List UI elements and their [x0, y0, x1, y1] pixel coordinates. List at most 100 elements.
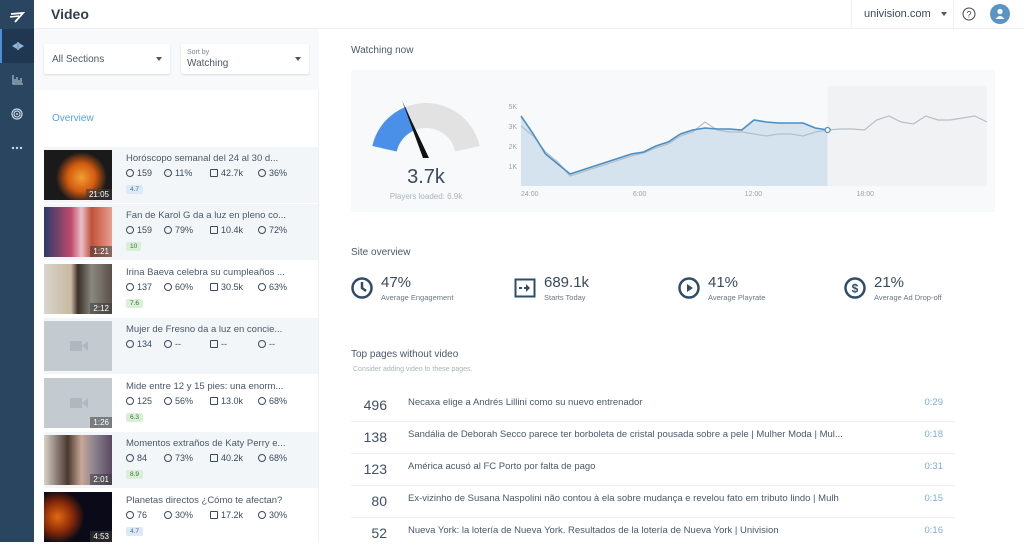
video-title: Mujer de Fresno da a luz en concie...: [126, 324, 283, 335]
video-list-item[interactable]: 1:21 Fan de Karol G da a luz en pleno co…: [44, 204, 318, 261]
video-playrate: 63%: [269, 282, 288, 292]
overview-link[interactable]: Overview: [52, 113, 94, 124]
page-title-link[interactable]: América acusó al FC Porto por falta de p…: [408, 461, 595, 472]
video-score-badge: 7.6: [126, 299, 144, 308]
page-title-link[interactable]: Ex-vizinho de Susana Naspolini não conto…: [408, 493, 839, 504]
video-playrate: --: [269, 339, 275, 349]
video-thumbnail: 1:26: [44, 378, 112, 428]
play-icon: [258, 454, 266, 462]
page-title-link[interactable]: Nueva York: la lotería de Nueva York. Re…: [408, 525, 779, 536]
today-area: [521, 116, 828, 186]
video-duration: 1:26: [90, 417, 112, 428]
video-playrate: 68%: [269, 396, 288, 406]
caret-down-icon: [156, 57, 162, 61]
clock-icon: [164, 454, 172, 462]
video-thumbnail: [44, 321, 112, 371]
viewers-icon: [126, 283, 134, 291]
video-engagement: 60%: [175, 282, 194, 292]
video-list-item[interactable]: 21:05 Horóscopo semanal del 24 al 30 d..…: [44, 147, 318, 204]
site-selector[interactable]: univision.com: [851, 0, 953, 28]
video-playrate: 72%: [269, 225, 288, 235]
video-starts: 10.4k: [221, 225, 244, 235]
video-viewers: 137: [137, 282, 153, 292]
watching-value: 3.7k: [407, 166, 445, 188]
video-stats: 76 30% 17.2k 30%: [126, 510, 287, 520]
video-duration: 1:21: [90, 246, 112, 257]
more-icon: [11, 146, 23, 150]
y-tick-label: 5K: [508, 104, 517, 111]
watching-now-title: Watching now: [351, 45, 414, 56]
top-page-row[interactable]: 52 Nueva York: la lotería de Nueva York.…: [351, 518, 955, 550]
sort-select[interactable]: Sort by Watching: [181, 44, 309, 74]
video-engagement: 30%: [175, 510, 194, 520]
video-list-item[interactable]: Mujer de Fresno da a luz en concie... 13…: [44, 318, 318, 375]
caret-down-icon: [295, 57, 301, 61]
y-tick-label: 2K: [508, 144, 517, 151]
top-page-row[interactable]: 80 Ex-vizinho de Susana Naspolini não co…: [351, 486, 955, 518]
play-icon: [258, 169, 266, 177]
clock-icon: [164, 226, 172, 234]
sidebar: [0, 0, 34, 542]
video-viewers: 159: [137, 225, 153, 235]
video-stats: 84 73% 40.2k 68%: [126, 453, 287, 463]
clock-icon: [351, 277, 373, 299]
video-list-item[interactable]: 4:53 Planetas directos ¿Cómo te afectan?…: [44, 489, 318, 546]
section-select[interactable]: All Sections: [44, 44, 170, 74]
page-time: 0:18: [924, 429, 944, 440]
video-playrate: 30%: [269, 510, 288, 520]
sidebar-item-more[interactable]: [0, 131, 34, 165]
site-overview-title: Site overview: [351, 247, 411, 258]
video-list-item[interactable]: 1:26 Mide entre 12 y 15 pies: una enorm.…: [44, 375, 318, 432]
section-select-value: All Sections: [52, 54, 105, 65]
sidebar-item-goals[interactable]: [0, 97, 34, 131]
video-list-panel: All Sections Sort by Watching Overview 2…: [34, 29, 319, 546]
video-playrate: 36%: [269, 168, 288, 178]
top-page-row[interactable]: 123 América acusó al FC Porto por falta …: [351, 454, 955, 486]
kpi-label: Starts Today: [544, 293, 586, 302]
viewers-icon: [126, 169, 134, 177]
video-title: Mide entre 12 y 15 pies: una enorm...: [126, 381, 284, 392]
page-title-link[interactable]: Sandália de Deborah Secco parece ter bor…: [408, 429, 843, 440]
page-title-link[interactable]: Necaxa elige a Andrés Lillini como su nu…: [408, 397, 642, 408]
video-starts: 42.7k: [221, 168, 244, 178]
help-button[interactable]: ?: [953, 0, 984, 28]
page-title: Video: [51, 6, 89, 22]
video-stats: 134 -- -- --: [126, 339, 275, 349]
video-starts: 17.2k: [221, 510, 244, 520]
top-page-row[interactable]: 138 Sandália de Deborah Secco parece ter…: [351, 422, 955, 454]
gauge-track: [405, 103, 480, 152]
video-thumbnail: 4:53: [44, 492, 112, 542]
sidebar-item-reports[interactable]: [0, 63, 34, 97]
starts-icon: [210, 397, 218, 405]
user-icon: [995, 8, 1005, 19]
kpi-label: Average Playrate: [708, 293, 766, 302]
video-duration: 2:12: [90, 303, 112, 314]
video-engagement: 11%: [175, 168, 193, 178]
video-starts: --: [221, 339, 227, 349]
sidebar-item-video[interactable]: [0, 29, 34, 63]
help-icon: ?: [962, 7, 976, 21]
sort-label: Sort by: [187, 49, 210, 56]
bar-chart-icon: [12, 75, 23, 85]
current-point: [824, 126, 831, 134]
video-viewers: 159: [137, 168, 153, 178]
video-list-item[interactable]: 2:12 Irina Baeva celebra su cumpleaños .…: [44, 261, 318, 318]
video-engagement: 79%: [175, 225, 194, 235]
x-tick-label: 18:00: [857, 191, 875, 198]
video-viewers: 125: [137, 396, 153, 406]
y-tick-label: 3K: [508, 124, 517, 131]
video-starts: 30.5k: [221, 282, 244, 292]
video-thumbnail: 21:05: [44, 150, 112, 200]
top-page-row[interactable]: 496 Necaxa elige a Andrés Lillini como s…: [351, 390, 955, 422]
caret-down-icon: [940, 12, 947, 16]
video-duration: 2:01: [90, 474, 112, 485]
video-list-item[interactable]: 2:01 Momentos extraños de Katy Perry e..…: [44, 432, 318, 489]
page-time: 0:29: [924, 397, 944, 408]
video-engagement: 73%: [175, 453, 194, 463]
video-playrate: 68%: [269, 453, 288, 463]
avatar[interactable]: [990, 4, 1010, 24]
starts-icon: [210, 454, 218, 462]
top-pages-title: Top pages without video: [351, 349, 459, 360]
video-title: Momentos extraños de Katy Perry e...: [126, 438, 286, 449]
page-count: 496: [363, 397, 387, 413]
